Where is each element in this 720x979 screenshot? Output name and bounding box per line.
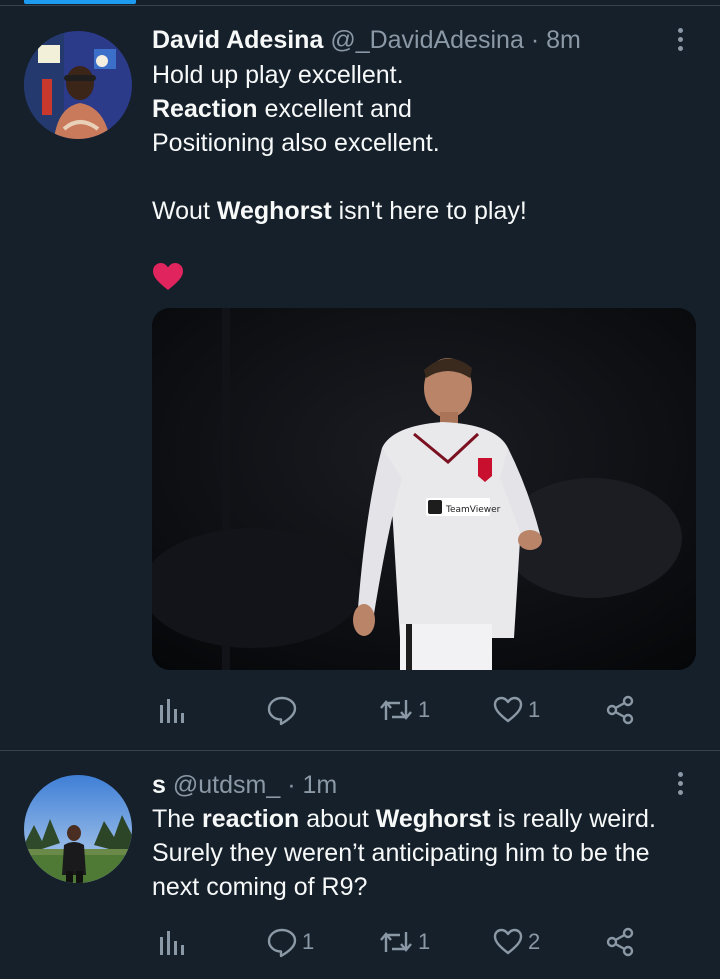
retweet-count: 1	[418, 697, 431, 722]
reply-icon	[267, 928, 297, 958]
share-icon	[606, 927, 634, 957]
user-handle[interactable]: @utdsm_	[173, 771, 280, 799]
reply-button[interactable]	[266, 690, 302, 730]
avatar-image	[24, 775, 132, 883]
tweet-actions: 1 1 2	[152, 922, 672, 962]
like-count: 2	[528, 929, 541, 954]
separator-dot: ·	[530, 26, 540, 54]
text-line: Wout Weghorst isn't here to play!	[152, 194, 692, 228]
views-button[interactable]	[156, 922, 190, 962]
tweet-text: The reaction about Weghorst is really we…	[152, 802, 692, 904]
tweet-2[interactable]: s @utdsm_ · 1m The reaction about Weghor…	[0, 751, 720, 979]
tweet-1[interactable]: David Adesina @_DavidAdesina · 8m Hold u…	[0, 0, 720, 750]
text-segment: excellent and	[257, 95, 412, 123]
text-line: next coming of R9?	[152, 873, 368, 901]
like-icon	[493, 928, 523, 955]
reply-count: 1	[302, 929, 315, 954]
share-icon	[606, 695, 634, 725]
views-button[interactable]	[156, 690, 190, 730]
text-bold: Reaction	[152, 95, 258, 123]
text-bold: Weghorst	[216, 197, 332, 225]
text-line: Hold up play excellent.	[152, 61, 404, 89]
text-bold: reaction	[202, 805, 300, 833]
sponsor-text: TeamViewer	[445, 505, 501, 515]
retweet-count: 1	[418, 929, 431, 954]
heart-emoji	[152, 262, 692, 298]
like-button[interactable]: 1	[492, 690, 540, 730]
separator-dot: ·	[287, 771, 296, 799]
timestamp[interactable]: 1m	[302, 771, 337, 799]
user-handle[interactable]: @_DavidAdesina	[330, 26, 524, 54]
display-name[interactable]: s	[152, 771, 166, 799]
text-line: Positioning also excellent.	[152, 129, 440, 157]
text-bold: Weghorst	[375, 805, 491, 833]
text-segment: about	[299, 805, 376, 833]
text-segment: isn't here to play!	[331, 197, 527, 225]
red-heart-icon	[153, 263, 183, 290]
analytics-icon	[160, 931, 184, 955]
like-button[interactable]: 2	[492, 922, 540, 962]
tweet-text: Hold up play excellent. Reaction excelle…	[152, 58, 692, 298]
retweet-icon	[380, 700, 412, 720]
share-button[interactable]	[604, 690, 636, 730]
like-count: 1	[528, 697, 541, 722]
analytics-icon	[160, 699, 184, 723]
text-line: Surely they weren’t anticipating him to …	[152, 839, 650, 867]
reply-button[interactable]: 1	[266, 922, 314, 962]
photo-footballer: TeamViewer	[152, 308, 696, 670]
retweet-icon	[380, 932, 412, 952]
display-name[interactable]: David Adesina	[152, 26, 323, 54]
retweet-button[interactable]: 1	[378, 690, 430, 730]
text-segment: is really weird.	[490, 805, 656, 833]
avatar-image	[24, 31, 132, 139]
more-options-icon[interactable]	[668, 768, 692, 798]
avatar[interactable]	[24, 775, 132, 883]
share-button[interactable]	[604, 922, 636, 962]
tweet-media-image[interactable]: TeamViewer	[152, 308, 696, 670]
avatar[interactable]	[24, 31, 132, 139]
timestamp[interactable]: 8m	[546, 26, 581, 54]
text-line: Reaction excellent and	[152, 92, 692, 126]
text-segment: Wout	[152, 197, 217, 225]
retweet-button[interactable]: 1	[378, 922, 430, 962]
tweet-header: s @utdsm_ · 1m	[152, 770, 337, 800]
reply-icon	[267, 696, 297, 726]
more-options-icon[interactable]	[668, 24, 692, 54]
text-segment: The	[152, 805, 203, 833]
like-icon	[493, 696, 523, 723]
tweet-actions: 1 1	[152, 690, 672, 730]
tweet-header: David Adesina @_DavidAdesina · 8m	[152, 25, 581, 55]
text-line: The reaction about Weghorst is really we…	[152, 802, 692, 836]
